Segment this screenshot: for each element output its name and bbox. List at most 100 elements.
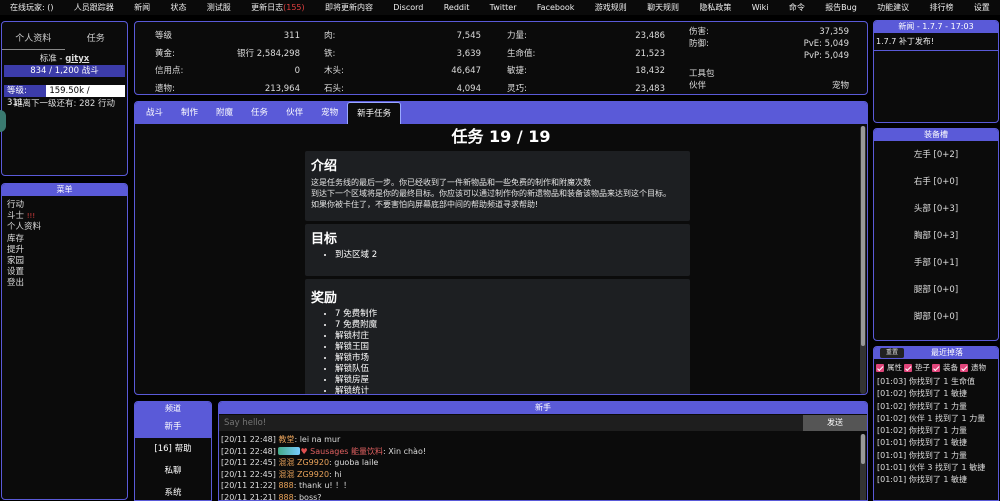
slot-right-hand[interactable]: 右手 [0+0] [874,169,998,196]
menu-item-actions[interactable]: 行动 [2,200,127,211]
menu-item-profile[interactable]: 个人资料 [2,222,127,233]
tab-newbie-quests[interactable]: 新手任务 [347,102,402,124]
chat-scroll-thumb[interactable] [861,434,865,464]
menu-title: 菜单 [2,184,127,196]
stat-credits-value: 0 [294,66,300,76]
tab-profile[interactable]: 个人资料 [2,22,65,50]
nav-suggest[interactable]: 功能建议 [877,2,909,13]
stat-wood-value: 46,647 [451,66,481,76]
chat-username[interactable]: Sausages 能量饮料 [310,447,383,456]
next-level-text: 距离下一级还有: 282 行动 [14,99,115,109]
chat-username[interactable]: 教堂 [278,435,294,444]
drops-reset-button[interactable]: 重置 [880,348,905,358]
nav-online-players[interactable]: 在线玩家: () [10,2,53,13]
toolbag-link[interactable]: 工具包 [689,68,849,80]
nav-commands[interactable]: 命令 [789,2,805,13]
slot-feet[interactable]: 脚部 [0+0] [874,304,998,331]
nav-discord[interactable]: Discord [393,3,423,12]
nav-facebook[interactable]: Facebook [537,3,575,12]
quest-goal-item: 到达区域 2 [335,250,684,261]
slot-head[interactable]: 头部 [0+3] [874,196,998,223]
tab-enchant[interactable]: 附魔 [207,102,242,124]
stat-wood-label: 木头: [324,66,344,76]
channel-private[interactable]: 私聊 [135,460,211,482]
stat-pvp-value: PvP: 5,049 [803,51,849,61]
nav-leaderboard[interactable]: 排行榜 [929,2,953,13]
quest-reward-heading: 奖励 [311,291,338,306]
stat-strength-value: 23,486 [635,31,665,41]
drop-line: [01:01] 你找到了 1 敏捷 [877,438,968,448]
menu-item-logout[interactable]: 登出 [2,278,127,289]
nav-report-bug[interactable]: 报告Bug [825,2,857,13]
side-toggle-handle[interactable] [0,110,6,132]
tab-quests[interactable]: 任务 [242,102,277,124]
stat-credits-label: 信用点: [155,66,184,76]
channel-help[interactable]: [16] 帮助 [135,438,211,460]
tab-pets[interactable]: 宠物 [312,102,347,124]
stats-col-basic: 等级 311 黄金: 银行 2,584,298 信用点: 0 遗物: 213,964 [155,28,300,94]
menu-item-fighter[interactable]: 斗士 !!! [2,211,127,222]
quest-reward-item: 解锁市场 [335,353,684,364]
tab-partner[interactable]: 伙伴 [277,102,312,124]
tab-crafting[interactable]: 制作 [172,102,207,124]
nav-tracker[interactable]: 人员跟踪器 [74,2,114,13]
chat-username[interactable]: 888 [278,481,293,490]
menu-item-home[interactable]: 家园 [2,256,127,267]
menu-item-upgrade[interactable]: 提升 [2,245,127,256]
nav-upcoming[interactable]: 即将更新内容 [325,2,373,13]
slot-left-hand[interactable]: 左手 [0+2] [874,142,998,169]
slot-chest[interactable]: 胸部 [0+3] [874,223,998,250]
nav-game-rules[interactable]: 游戏规则 [595,2,627,13]
tab-quest[interactable]: 任务 [65,22,128,50]
quest-scroll-thumb[interactable] [861,126,865,346]
nav-news[interactable]: 新闻 [134,2,150,13]
filter-relic[interactable]: 遗物 [960,362,986,373]
nav-test-server[interactable]: 测试服 [207,2,231,13]
nav-privacy[interactable]: 隐私政策 [699,2,731,13]
chat-username[interactable]: 混混 ZG9920 [278,470,329,479]
menu-item-inventory[interactable]: 库存 [2,234,127,245]
stat-iron-value: 3,639 [456,48,481,59]
chat-username[interactable]: 混混 ZG9920 [278,458,329,467]
channel-system[interactable]: 系统 [135,482,211,500]
news-panel: 新闻 - 1.7.7 - 17:03 1.7.7 补丁发布! [873,20,999,123]
chat-line: [20/11 22:48] ♥ Sausages 能量饮料: Xin chào! [221,446,865,458]
filter-mat[interactable]: 垫子 [904,362,930,373]
nav-twitter[interactable]: Twitter [490,3,517,12]
chat-scrollbar[interactable] [860,434,866,500]
menu-item-settings[interactable]: 设置 [2,267,127,278]
drops-title: 最近掉落 [931,348,963,357]
tab-battle[interactable]: 战斗 [137,102,172,124]
chat-line: [20/11 22:45] 混混 ZG9920: guoba laile [221,457,865,469]
chat-send-button[interactable]: 发送 [803,415,867,431]
main-panel: 战斗 制作 附魔 任务 伙伴 宠物 新手任务 任务 19 / 19 介绍 这是任… [134,101,868,395]
stats-panel: 等级 311 黄金: 银行 2,584,298 信用点: 0 遗物: 213,964 肉… [134,21,868,95]
top-nav: 在线玩家: () 人员跟踪器 新闻 状态 测试服 更新日志(155) 即将更新内… [0,0,1000,15]
stat-pve-value: PvE: 5,049 [803,39,849,49]
nav-settings[interactable]: 设置 [974,2,990,13]
chat-title: 新手 [219,402,867,414]
quest-intro-line: 到达下一个区域将是你的最终目标。你应该可以通过制作你的新遗物品和装备该物品来达到… [311,189,671,198]
nav-status[interactable]: 状态 [170,2,186,13]
quest-goal-heading: 目标 [311,232,338,247]
filter-attribute[interactable]: 属性 [876,362,902,373]
chat-username[interactable]: 888 [278,493,293,501]
nav-chat-rules[interactable]: 聊天规则 [647,2,679,13]
filter-equipment[interactable]: 装备 [932,362,958,373]
stat-meat-value: 7,545 [456,31,481,41]
level-label: 等级: 311 [4,85,47,108]
channel-newbie[interactable]: 新手 [135,416,211,438]
nav-wiki[interactable]: Wiki [752,3,769,12]
stat-partner-value: 宠物 [831,81,849,91]
player-name-link[interactable]: gityx [65,54,89,64]
slot-legs[interactable]: 腿部 [0+0] [874,277,998,304]
nav-reddit[interactable]: Reddit [444,3,470,12]
quest-reward-item: 7 免费制作 [335,309,684,320]
slot-hands[interactable]: 手部 [0+1] [874,250,998,277]
chat-input[interactable] [219,415,803,431]
quest-scrollbar[interactable] [860,126,866,394]
nav-changelog[interactable]: 更新日志(155) [251,2,305,13]
drop-line: [01:02] 你找到了 1 力量 [877,401,968,411]
quest-reward-item: 解锁队伍 [335,364,684,375]
news-body: 1.7.7 补丁发布! [874,33,998,51]
